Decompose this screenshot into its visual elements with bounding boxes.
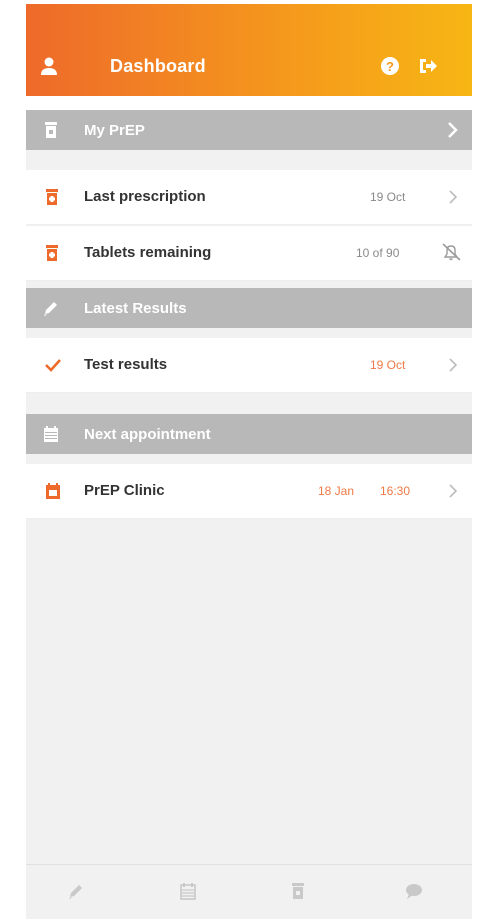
section-label: Next appointment: [84, 426, 211, 443]
calendar-icon[interactable]: [178, 881, 198, 901]
checkmark-icon: [45, 359, 61, 372]
appointment-date: 18 Jan: [318, 484, 355, 498]
svg-text:?: ?: [386, 59, 394, 74]
row-last-prescription[interactable]: Last prescription 19 Oct: [26, 170, 472, 225]
row-prep-clinic[interactable]: PrEP Clinic 18 Jan 16:30: [26, 464, 472, 519]
section-next-appointment[interactable]: Next appointment: [26, 414, 472, 454]
section-my-prep[interactable]: My PrEP: [26, 110, 472, 150]
calendar-icon: [44, 426, 58, 442]
pen-icon[interactable]: [66, 881, 86, 901]
header-bar: Dashboard ?: [26, 4, 472, 96]
pill-bottle-icon: [46, 245, 58, 261]
user-icon[interactable]: [40, 56, 58, 76]
pen-icon: [44, 302, 57, 316]
row-label: Tablets remaining: [84, 244, 212, 261]
header-spacer: [26, 96, 472, 110]
page-title: Dashboard: [110, 56, 206, 76]
row-label: Last prescription: [84, 188, 206, 205]
chevron-right-icon[interactable]: [448, 189, 458, 205]
section-latest-results[interactable]: Latest Results: [26, 288, 472, 328]
chevron-right-icon[interactable]: [448, 483, 458, 499]
calendar-icon: [46, 483, 60, 499]
prescription-date: 19 Oct: [370, 190, 406, 204]
logout-icon[interactable]: [418, 57, 438, 75]
chevron-right-icon[interactable]: [446, 121, 458, 139]
row-label: Test results: [84, 356, 168, 373]
row-label: PrEP Clinic: [84, 482, 165, 499]
section-label: Latest Results: [84, 300, 187, 317]
app-screen: Dashboard ? My PrEP Last prescription 19…: [26, 4, 472, 919]
pill-bottle-icon: [46, 189, 58, 205]
bottom-nav: [26, 864, 472, 919]
help-icon[interactable]: ?: [380, 56, 400, 76]
appointment-time: 16:30: [380, 484, 411, 498]
bell-off-icon[interactable]: [440, 242, 462, 262]
row-tablets-remaining[interactable]: Tablets remaining 10 of 90: [26, 226, 472, 281]
pill-bottle-icon[interactable]: [288, 881, 308, 901]
tablets-count: 10 of 90: [356, 246, 400, 260]
row-test-results[interactable]: Test results 19 Oct: [26, 338, 472, 393]
test-results-date: 19 Oct: [370, 358, 406, 372]
pill-bottle-icon: [45, 122, 57, 138]
chat-icon[interactable]: [404, 881, 424, 901]
chevron-right-icon[interactable]: [448, 357, 458, 373]
section-label: My PrEP: [84, 122, 145, 139]
